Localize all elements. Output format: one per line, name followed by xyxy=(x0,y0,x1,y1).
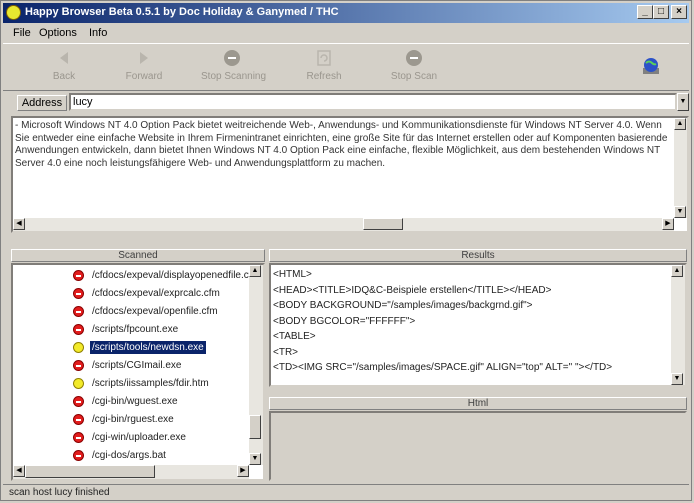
scroll-right-icon[interactable]: ▶ xyxy=(662,218,674,230)
menu-file[interactable]: File xyxy=(13,27,31,39)
scanned-vscrollbar[interactable]: ▲ ▼ xyxy=(249,265,263,465)
stop-scanning-button[interactable]: Stop Scanning xyxy=(201,46,267,88)
back-arrow-icon xyxy=(60,52,68,64)
forward-arrow-icon xyxy=(140,52,148,64)
address-bar: Address ▼ xyxy=(3,92,689,114)
scroll-up-icon[interactable]: ▲ xyxy=(674,118,686,130)
menu-bar: File Options Info xyxy=(3,24,689,42)
stop-icon xyxy=(73,306,84,317)
stop-icon xyxy=(73,360,84,371)
forward-label: Forward xyxy=(125,71,163,82)
scroll-left-icon[interactable]: ◀ xyxy=(13,465,25,477)
scroll-down-icon[interactable]: ▼ xyxy=(249,453,261,465)
html-header: Html xyxy=(269,397,687,410)
scanned-path: /cgi-dos/args.bat xyxy=(92,450,166,461)
results-vscrollbar[interactable]: ▲ ▼ xyxy=(671,265,685,385)
smiley-icon xyxy=(73,342,84,353)
stop-scan-icon xyxy=(406,50,422,66)
maximize-button[interactable]: □ xyxy=(653,5,669,19)
scanned-path: /cfdocs/expeval/exprcalc.cfm xyxy=(92,288,220,299)
scanned-path: /scripts/tools/newdsn.exe xyxy=(90,341,206,354)
result-line: <TR> xyxy=(273,346,299,358)
scanned-path: /cgi-bin/rguest.exe xyxy=(92,414,174,425)
html-panel xyxy=(269,411,687,481)
refresh-button[interactable]: Refresh xyxy=(293,46,355,88)
scanned-path: /scripts/fpcount.exe xyxy=(92,324,179,335)
globe-icon xyxy=(643,58,659,74)
scanned-hscrollbar[interactable]: ◀ ▶ xyxy=(13,465,249,479)
back-label: Back xyxy=(52,71,76,82)
result-line: <BODY BGCOLOR="FFFFFF"> xyxy=(273,315,416,327)
scanned-path: /scripts/iissamples/fdir.htm xyxy=(92,378,209,389)
stop-icon xyxy=(73,324,84,335)
smiley-icon xyxy=(73,378,84,389)
result-line: <BODY BACKGROUND="/samples/images/backgr… xyxy=(273,300,533,311)
scanned-header: Scanned xyxy=(11,249,265,262)
scroll-thumb[interactable] xyxy=(363,218,403,230)
scanned-path: /cgi-win/uploader.exe xyxy=(92,432,186,443)
back-button[interactable]: Back xyxy=(33,46,95,88)
stop-icon xyxy=(73,288,84,299)
window-title: Happy Browser Beta 0.5.1 by Doc Holiday … xyxy=(25,6,339,18)
stop-icon xyxy=(73,432,84,443)
address-label: Address xyxy=(17,95,67,111)
stop-scan-button[interactable]: Stop Scan xyxy=(383,46,445,88)
result-line: <HTML> xyxy=(273,269,312,280)
scroll-right-icon[interactable]: ▶ xyxy=(237,465,249,477)
scanned-path: /cgi-bin/wguest.exe xyxy=(92,396,178,407)
scroll-down-icon[interactable]: ▼ xyxy=(674,206,686,218)
refresh-label: Refresh xyxy=(306,71,342,82)
address-input[interactable] xyxy=(69,93,677,111)
menu-info[interactable]: Info xyxy=(89,27,107,39)
status-text: scan host lucy finished xyxy=(9,487,110,498)
description-panel: - Microsoft Windows NT 4.0 Option Pack b… xyxy=(11,116,689,233)
results-header: Results xyxy=(269,249,687,262)
scanned-path: /cfdocs/expeval/displayopenedfile.cfm xyxy=(92,270,260,281)
stop-scan-label: Stop Scan xyxy=(390,71,438,82)
stop-icon xyxy=(224,50,240,66)
stop-icon xyxy=(73,414,84,425)
main-window: Happy Browser Beta 0.5.1 by Doc Holiday … xyxy=(0,0,692,501)
minimize-button[interactable]: _ xyxy=(637,5,653,19)
description-hscrollbar[interactable]: ◀ ▶ xyxy=(13,218,674,231)
scroll-thumb[interactable] xyxy=(249,415,261,439)
toolbar: Back Forward Stop Scanning Refresh Stop … xyxy=(3,43,689,91)
description-text: - Microsoft Windows NT 4.0 Option Pack b… xyxy=(15,120,668,169)
refresh-icon xyxy=(317,50,331,66)
menu-options[interactable]: Options xyxy=(39,27,77,39)
description-vscrollbar[interactable]: ▲ ▼ xyxy=(674,118,687,218)
scanned-path: /cfdocs/expeval/openfile.cfm xyxy=(92,306,218,317)
scroll-left-icon[interactable]: ◀ xyxy=(13,218,25,230)
address-dropdown-button[interactable]: ▼ xyxy=(677,93,689,111)
scroll-up-icon[interactable]: ▲ xyxy=(671,265,683,277)
app-smiley-icon xyxy=(6,5,21,20)
status-bar: scan host lucy finished xyxy=(3,484,689,501)
stop-scanning-label: Stop Scanning xyxy=(201,71,267,82)
stop-icon xyxy=(73,396,84,407)
scroll-thumb[interactable] xyxy=(25,465,155,478)
forward-button[interactable]: Forward xyxy=(113,46,175,88)
stop-icon xyxy=(73,270,84,281)
scroll-down-icon[interactable]: ▼ xyxy=(671,373,683,385)
result-line: <HEAD><TITLE>IDQ&C-Beispiele erstellen</… xyxy=(273,284,552,296)
close-button[interactable]: × xyxy=(671,5,687,19)
results-panel: <HTML> <HEAD><TITLE>IDQ&C-Beispiele erste… xyxy=(269,263,687,387)
result-line: <TABLE> xyxy=(273,331,316,342)
scroll-up-icon[interactable]: ▲ xyxy=(249,265,261,277)
scanned-panel: /cfdocs/expeval/displayopenedfile.cfm/cf… xyxy=(11,263,265,481)
scanned-path: /scripts/CGImail.exe xyxy=(92,360,182,371)
result-line: <TD><IMG SRC="/samples/images/SPACE.gif"… xyxy=(273,362,613,373)
title-bar: Happy Browser Beta 0.5.1 by Doc Holiday … xyxy=(3,3,689,23)
stop-icon xyxy=(73,450,84,461)
